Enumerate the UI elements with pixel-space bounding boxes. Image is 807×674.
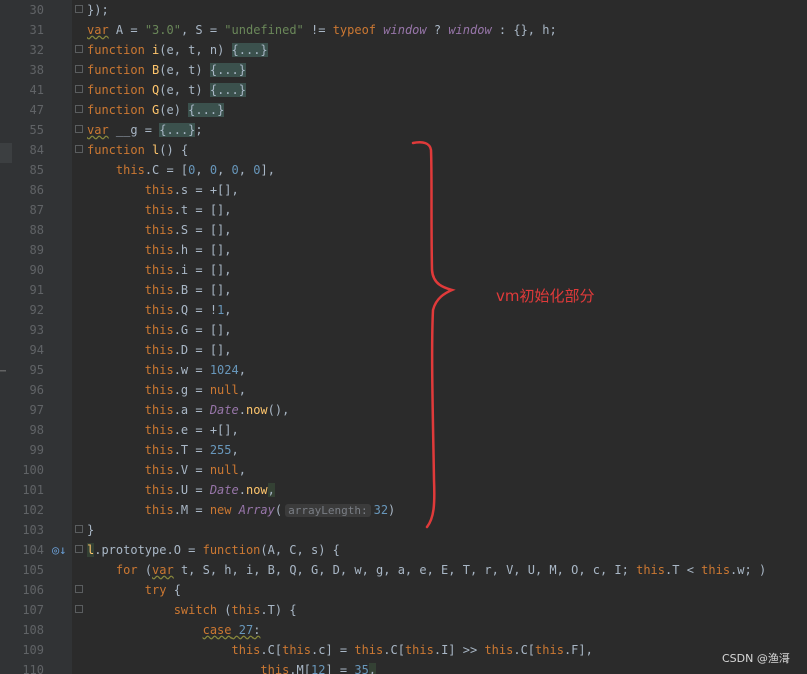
code-editor[interactable]: ⋯ 30 }); 31 var A = "3.0", S = "undefine…	[0, 0, 807, 674]
annotation-label: vm初始化部分	[496, 287, 595, 305]
watermark: CSDN @渔滒	[722, 652, 790, 665]
annotation-brace	[411, 141, 456, 529]
